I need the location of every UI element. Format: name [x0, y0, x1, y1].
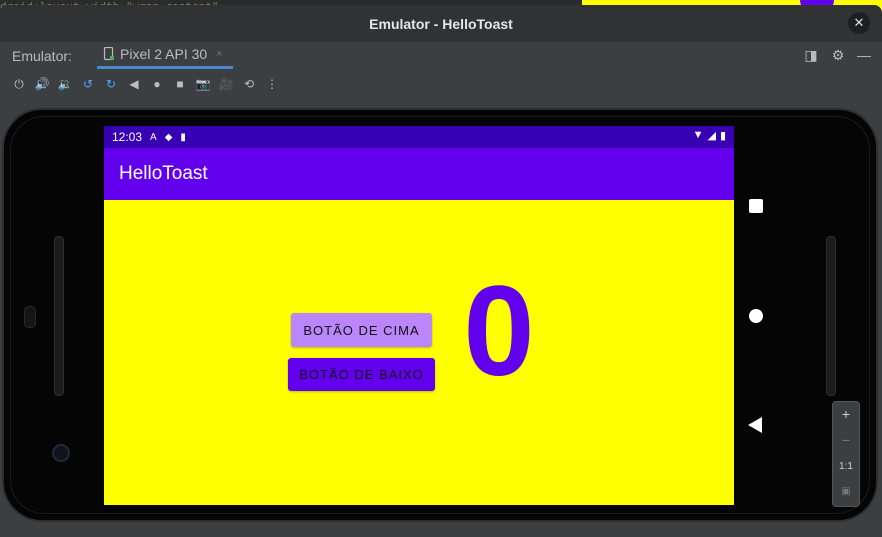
- settings-icon[interactable]: ⚙: [829, 47, 847, 64]
- more-icon[interactable]: ⋮: [263, 75, 281, 93]
- snapshot-icon[interactable]: ⟲: [240, 75, 258, 93]
- dock-icon[interactable]: ◨: [802, 47, 820, 64]
- nav-home-button[interactable]: [749, 309, 763, 323]
- signal-icon: ◢: [707, 130, 716, 142]
- app-title: HelloToast: [119, 163, 208, 184]
- emulator-label: Emulator:: [12, 48, 72, 64]
- play-protect-icon: ◆: [164, 131, 173, 143]
- button-bottom[interactable]: BOTÃO DE BAIXO: [288, 358, 435, 391]
- power-icon[interactable]: ⏻: [10, 75, 28, 93]
- sd-card-icon: ▮: [180, 131, 186, 143]
- tab-close-icon[interactable]: ×: [216, 48, 222, 60]
- zoom-out-button[interactable]: −: [833, 432, 859, 448]
- speaker-grille-right: [826, 236, 836, 396]
- front-camera: [52, 444, 70, 462]
- wifi-icon: ▼: [692, 129, 704, 141]
- close-window-button[interactable]: ✕: [848, 12, 870, 34]
- volume-down-icon[interactable]: 🔉: [56, 75, 74, 93]
- zoom-actual-size-button[interactable]: 1:1: [833, 461, 859, 472]
- screenrecord-icon[interactable]: 🎥: [217, 75, 235, 93]
- accessibility-icon: A: [150, 131, 157, 143]
- status-time: 12:03: [112, 130, 143, 144]
- zoom-panel: + − 1:1 ▣: [832, 401, 860, 507]
- rotate-right-icon[interactable]: ↻: [102, 75, 120, 93]
- tab-bar: Emulator: Pixel 2 API 30 × ◨ ⚙ —: [0, 42, 882, 71]
- zoom-fit-button[interactable]: ▣: [833, 486, 859, 497]
- tab-pixel-2-api-30[interactable]: Pixel 2 API 30 ×: [97, 42, 233, 69]
- status-right-icons: ▼ ◢ ▮: [693, 129, 726, 142]
- back-icon[interactable]: ◀: [125, 75, 143, 93]
- volume-up-icon[interactable]: 🔊: [33, 75, 51, 93]
- device-icon: [103, 47, 114, 61]
- device-screen[interactable]: 12:03 A ◆ ▮ ▼ ◢ ▮ HelloToast BOTÃO DE CI…: [104, 126, 734, 505]
- button-top[interactable]: BOTÃO DE CIMA: [291, 313, 432, 347]
- app-bar: HelloToast: [104, 148, 734, 200]
- rotate-left-icon[interactable]: ↺: [79, 75, 97, 93]
- speaker-grille-left: [54, 236, 64, 396]
- home-icon[interactable]: ●: [148, 75, 166, 93]
- tab-label: Pixel 2 API 30: [120, 46, 208, 62]
- battery-icon: ▮: [719, 130, 726, 142]
- minimize-icon[interactable]: —: [855, 47, 873, 63]
- emulator-toolbar: ⏻ 🔊 🔉 ↺ ↻ ◀ ● ■ 📷 🎥 ⟲ ⋮: [0, 70, 882, 98]
- nav-back-button[interactable]: [748, 417, 762, 433]
- status-bar: 12:03 A ◆ ▮ ▼ ◢ ▮: [104, 126, 734, 148]
- zoom-in-button[interactable]: +: [833, 406, 859, 422]
- window-title: Emulator - HelloToast: [369, 15, 513, 32]
- screenshot-icon[interactable]: 📷: [194, 75, 212, 93]
- count-text: 0: [463, 260, 535, 403]
- title-bar: Emulator - HelloToast ✕: [0, 5, 882, 42]
- nav-overview-button[interactable]: [749, 199, 763, 213]
- overview-icon[interactable]: ■: [171, 75, 189, 93]
- proximity-sensor: [24, 306, 36, 328]
